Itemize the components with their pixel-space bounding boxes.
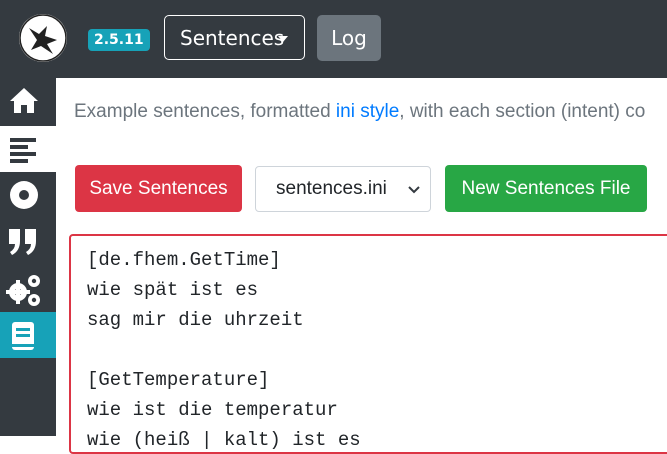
description-text: Example sentences, formatted (74, 101, 336, 122)
record-icon (10, 181, 38, 209)
sentences-file-select[interactable]: sentences.ini (255, 166, 431, 212)
log-button[interactable]: Log (317, 15, 381, 61)
description-text-continued: , with each section (intent) co (399, 101, 646, 122)
editor-lines: [de.fhem.GetTime] wie spät ist es sag mi… (87, 245, 361, 452)
editor-line: wie spät ist es (87, 279, 259, 301)
sidebar (0, 78, 56, 436)
sidebar-item-slots[interactable] (0, 219, 56, 265)
sidebar-item-home[interactable] (0, 78, 56, 124)
editor-line: wie (heiß | kalt) ist es (87, 429, 361, 451)
chevron-down-icon (408, 186, 420, 194)
version-badge: 2.5.11 (88, 29, 150, 51)
page-dropdown-button[interactable]: Sentences (164, 15, 305, 60)
sentences-description: Example sentences, formatted ini style, … (74, 97, 645, 127)
new-sentences-file-button[interactable]: New Sentences File (445, 165, 647, 212)
home-icon (10, 88, 38, 113)
rhasspy-logo[interactable] (19, 14, 67, 62)
book-icon (12, 322, 34, 350)
sidebar-item-record[interactable] (0, 172, 56, 218)
editor-line: [GetTemperature] (87, 369, 270, 391)
dropdown-label: Sentences (180, 26, 285, 50)
caret-down-icon (278, 36, 288, 42)
file-select-value: sentences.ini (276, 178, 387, 199)
ini-style-link[interactable]: ini style (336, 101, 399, 122)
editor-line: [de.fhem.GetTime] (87, 249, 281, 271)
sentences-editor[interactable]: [de.fhem.GetTime] wie spät ist es sag mi… (69, 234, 667, 454)
editor-line: wie ist die temperatur (87, 399, 338, 421)
sidebar-item-docs[interactable] (0, 312, 56, 358)
sidebar-item-sentences[interactable] (0, 126, 56, 172)
save-sentences-button[interactable]: Save Sentences (75, 165, 242, 212)
quote-icon (9, 229, 36, 255)
editor-line: sag mir die uhrzeit (87, 309, 304, 331)
align-left-icon (10, 138, 36, 163)
sidebar-item-settings[interactable] (0, 265, 56, 311)
cogs-icon (6, 275, 40, 306)
top-navbar: 2.5.11 Sentences Log (0, 0, 667, 78)
